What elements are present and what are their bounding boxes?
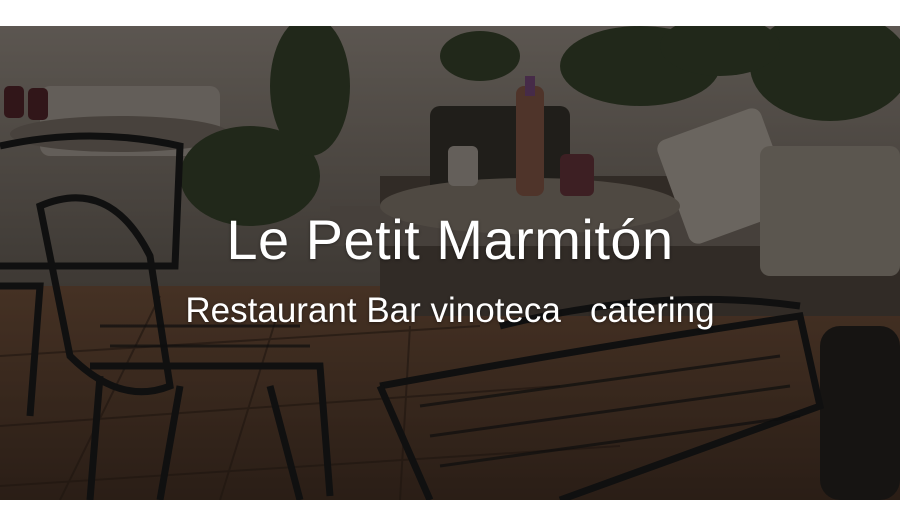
hero-banner: Le Petit Marmitón Restaurant Bar vinotec…: [0, 26, 900, 500]
page: Le Petit Marmitón Restaurant Bar vinotec…: [0, 0, 900, 531]
restaurant-name: Le Petit Marmitón: [226, 208, 674, 271]
restaurant-tagline: Restaurant Bar vinoteca catering: [185, 291, 715, 330]
